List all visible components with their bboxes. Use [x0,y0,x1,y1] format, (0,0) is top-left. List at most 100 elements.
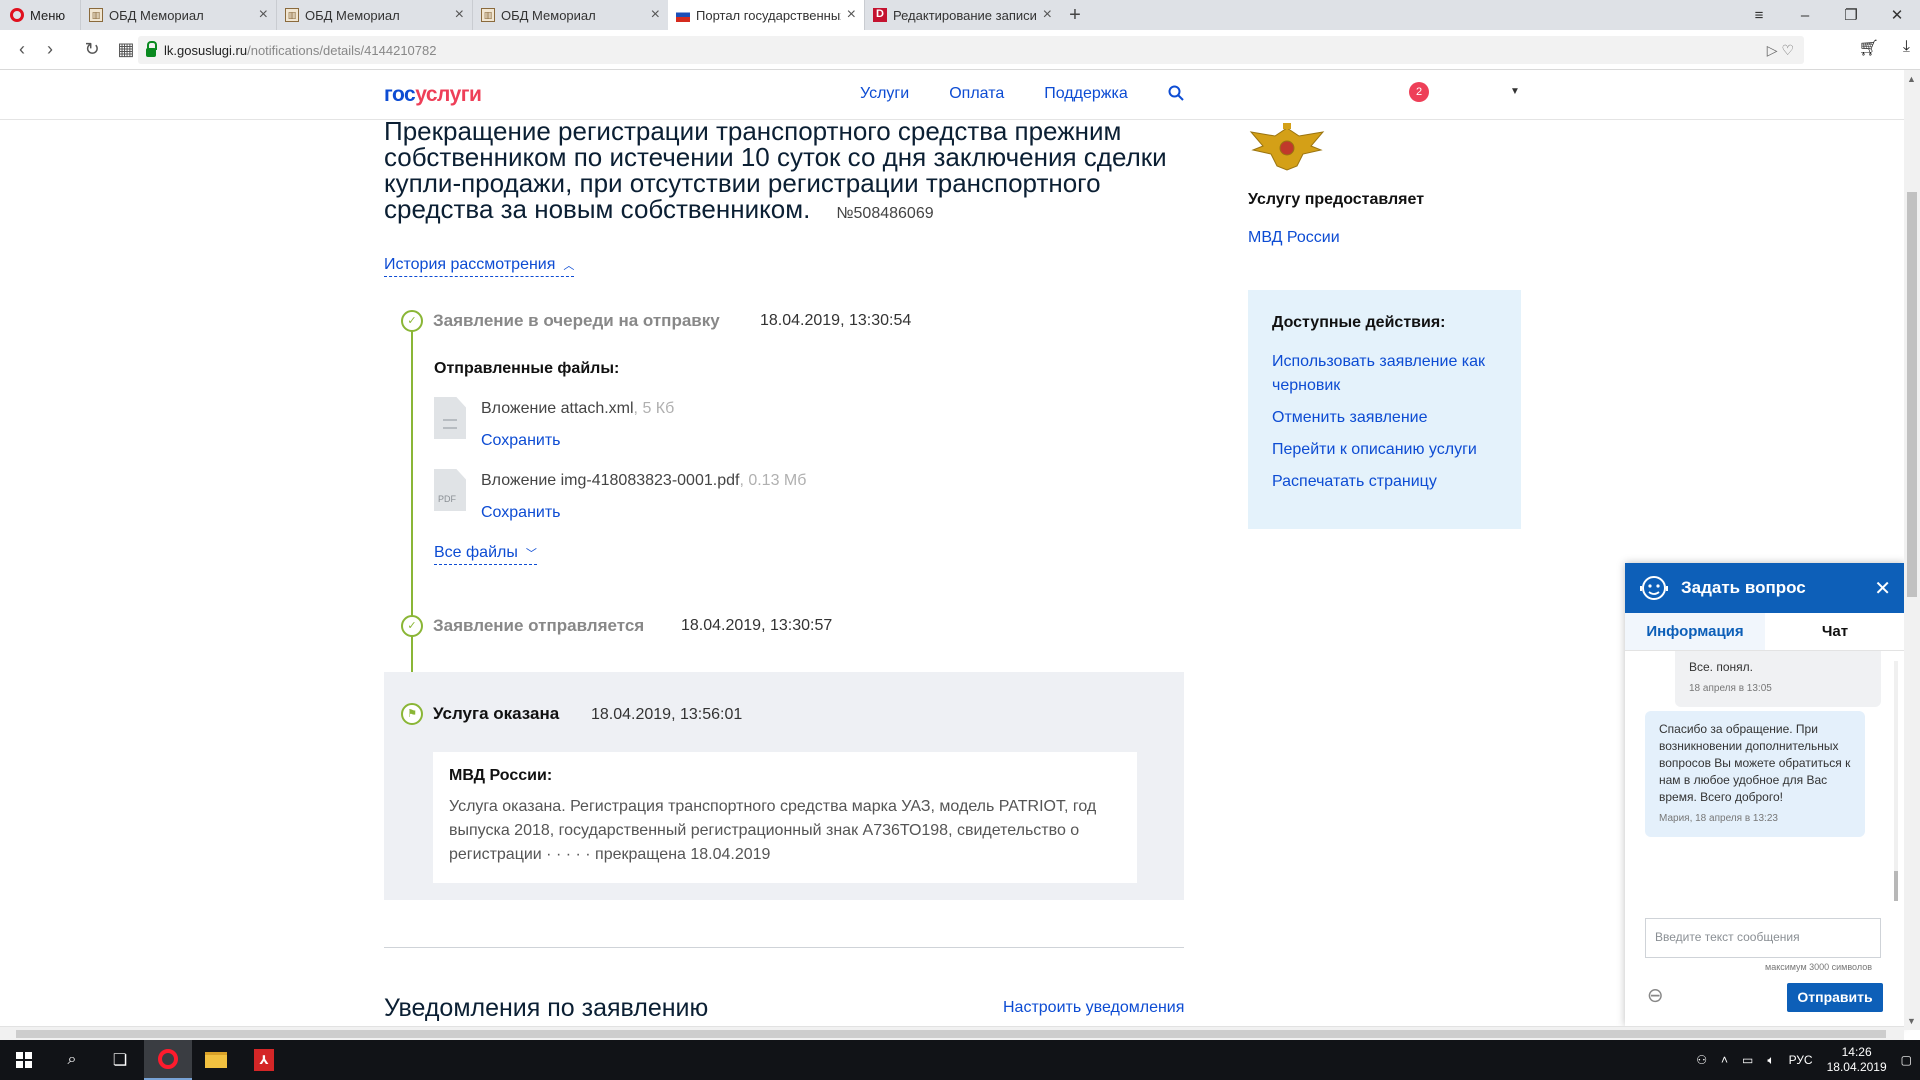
browser-tab[interactable]: ▥ ОБД Мемориал × [80,0,276,30]
network-icon[interactable]: ▭ [1742,1053,1753,1067]
available-actions-panel: Доступные действия: Использовать заявлен… [1248,290,1521,529]
bookmark-heart-icon[interactable]: ▷ ♡ [1767,42,1794,59]
page-horizontal-scrollbar[interactable] [0,1026,1904,1040]
maximize-button[interactable]: ❐ [1828,6,1874,24]
search-icon[interactable] [1168,85,1184,101]
scroll-down-arrow-icon[interactable]: ▼ [1907,1016,1916,1026]
support-chat-widget: Задать вопрос ✕ Информация Чат Все. поня… [1625,563,1905,1026]
d-favicon-icon: D [873,8,887,22]
chat-send-button[interactable]: Отправить [1787,983,1883,1012]
step-date: 18.04.2019, 13:30:54 [760,312,912,329]
notification-count-badge[interactable]: 2 [1409,82,1429,102]
close-window-button[interactable]: ✕ [1874,6,1920,24]
user-menu-chevron-icon[interactable]: ▼ [1510,86,1520,97]
taskbar-acrobat-button[interactable]: ⅄ [240,1040,288,1080]
site-header: госуслуги Услуги Оплата Поддержка 2 ▼ [0,70,1904,120]
forward-button[interactable]: › [36,39,64,60]
opera-logo-icon [10,8,24,22]
request-number: №508486069 [836,205,934,222]
input-language[interactable]: РУС [1789,1053,1813,1067]
cancel-request-link[interactable]: Отменить заявление [1272,406,1497,430]
save-file-link[interactable]: Сохранить [481,432,561,450]
address-bar: ‹ › ↻ ▦ lk.gosuslugi.ru /notifications/d… [0,30,1920,70]
browser-tab-active[interactable]: Портал государственных × [668,0,864,30]
browser-tab[interactable]: ▥ ОБД Мемориал × [276,0,472,30]
address-bar-tools: 🛒︎ ⤓ [1859,38,1910,58]
logo-part-uslugi: услуги [415,83,482,106]
new-tab-button[interactable]: + [1060,0,1090,30]
attach-paperclip-icon[interactable]: ⊘ [1641,981,1671,1011]
tab-menu-icon[interactable]: ≡ [1736,7,1782,24]
step-date: 18.04.2019, 13:30:57 [681,617,833,634]
action-center-icon[interactable]: ▢ [1901,1053,1912,1067]
memorial-favicon-icon: ▥ [285,8,299,22]
scroll-up-arrow-icon[interactable]: ▲ [1907,74,1916,84]
chat-message-meta: Мария, 18 апреля в 13:23 [1659,813,1778,824]
service-provider-link[interactable]: МВД России [1248,229,1340,247]
tray-chevron-icon[interactable]: ˄ [1721,1053,1728,1067]
print-page-link[interactable]: Распечатать страницу [1272,470,1497,494]
speed-dial-icon[interactable]: ▦ [112,39,140,60]
page-scrollbar-thumb[interactable] [1907,192,1917,597]
start-button[interactable] [0,1040,48,1080]
opera-menu-button[interactable]: Меню [0,0,80,30]
tab-label: Портал государственных [696,7,841,23]
all-files-toggle[interactable]: Все файлы ﹀ [434,543,537,565]
cart-icon[interactable]: 🛒︎ [1859,38,1879,58]
browser-tab[interactable]: ▥ ОБД Мемориал × [472,0,668,30]
windows-taskbar: ⌕ ❏ ⅄ ⚇ ˄ ▭ 🔈︎ РУС 14:26 18.04.2019 ▢ [0,1040,1920,1080]
task-view-icon[interactable]: ❏ [96,1040,144,1080]
taskbar-search-icon[interactable]: ⌕ [48,1040,96,1080]
history-toggle[interactable]: История рассмотрения ︿ [384,255,575,277]
service-description-link[interactable]: Перейти к описанию услуги [1272,438,1497,462]
reload-button[interactable]: ↻ [78,39,106,60]
service-provider-label: Услугу предоставляет [1248,191,1425,208]
page-vertical-scrollbar[interactable]: ▲ ▼ [1904,70,1920,1030]
chat-scrollbar-thumb[interactable] [1894,871,1898,901]
tab-label: ОБД Мемориал [109,7,204,23]
pdf-icon-label: PDF [438,494,456,504]
chat-scrollbar[interactable] [1894,661,1898,901]
chat-message-meta: 18 апреля в 13:05 [1689,683,1772,694]
chat-tab-chat[interactable]: Чат [1765,613,1905,650]
download-icon[interactable]: ⤓ [1903,38,1910,58]
mvd-emblem-icon [1249,123,1325,171]
taskbar-clock[interactable]: 14:26 18.04.2019 [1827,1045,1887,1075]
tab-close-icon[interactable]: × [259,6,268,24]
main-content: Прекращение регистрации транспортного ср… [384,118,1184,227]
save-file-link[interactable]: Сохранить [481,504,561,522]
people-icon[interactable]: ⚇ [1696,1053,1707,1067]
taskbar-opera-button[interactable] [144,1040,192,1080]
nav-link-support[interactable]: Поддержка [1044,85,1127,103]
taskbar-explorer-button[interactable] [192,1040,240,1080]
minimize-button[interactable]: – [1782,7,1828,24]
tab-close-icon[interactable]: × [651,6,660,24]
tab-close-icon[interactable]: × [1043,6,1052,24]
nav-link-services[interactable]: Услуги [860,85,909,103]
nav-link-payment[interactable]: Оплата [949,85,1004,103]
gosuslugi-logo[interactable]: госуслуги [384,83,482,107]
chat-tab-info[interactable]: Информация [1625,613,1765,650]
chat-message-input[interactable]: Введите текст сообщения [1645,918,1881,958]
russia-flag-favicon-icon [676,8,690,22]
tab-close-icon[interactable]: × [455,6,464,24]
browser-tab[interactable]: D Редактирование записи × [864,0,1060,30]
available-actions-title: Доступные действия: [1272,314,1446,331]
tab-close-icon[interactable]: × [847,6,856,24]
step-title: Заявление отправляется [433,616,645,635]
chevron-up-icon: ︿ [563,260,575,272]
use-as-draft-link[interactable]: Использовать заявление как черновик [1272,350,1497,398]
url-field[interactable]: lk.gosuslugi.ru /notifications/details/4… [138,36,1804,64]
chat-tabs: Информация Чат [1625,613,1905,651]
chat-message-operator: Спасибо за обращение. При возникновении … [1645,711,1865,837]
volume-icon[interactable]: 🔈︎ [1767,1053,1774,1068]
chat-close-icon[interactable]: ✕ [1874,576,1891,601]
ministry-response-card: МВД России: Услуга оказана. Регистрация … [433,752,1137,883]
back-button[interactable]: ‹ [8,39,36,60]
notification-settings-link[interactable]: Настроить уведомления [1003,999,1184,1017]
folder-icon [205,1052,227,1068]
horizontal-scrollbar-thumb[interactable] [16,1030,1886,1038]
xml-file-icon [434,397,466,439]
chat-char-limit: максимум 3000 символов [1765,962,1872,972]
step-date: 18.04.2019, 13:56:01 [591,706,743,723]
